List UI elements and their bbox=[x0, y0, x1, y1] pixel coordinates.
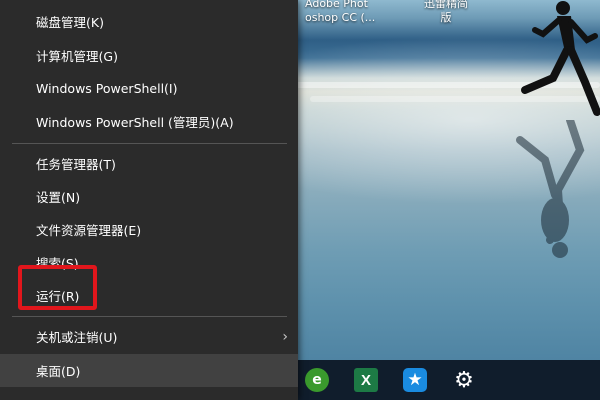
menu-item-label: 关机或注销(U) bbox=[36, 330, 118, 345]
excel-icon: X bbox=[354, 368, 378, 392]
menu-item-label: 任务管理器(T) bbox=[36, 157, 116, 172]
taskbar-star-app-button[interactable]: ★ bbox=[393, 360, 437, 400]
menu-item-task-manager[interactable]: 任务管理器(T) bbox=[0, 147, 298, 180]
settings-gear-icon: ⚙ bbox=[454, 367, 474, 393]
menu-item-powershell-admin[interactable]: Windows PowerShell (管理员)(A) bbox=[0, 105, 298, 138]
desktop-icon-xunlei[interactable]: 迅雷精简 版 bbox=[416, 0, 476, 25]
runner-silhouette-icon bbox=[521, 1, 600, 116]
winx-context-menu: 磁盘管理(K) 计算机管理(G) Windows PowerShell(I) W… bbox=[0, 0, 298, 400]
taskbar-excel-button[interactable]: X bbox=[344, 360, 388, 400]
menu-item-label: Windows PowerShell (管理员)(A) bbox=[36, 115, 234, 130]
desktop-icon-label-line: 迅雷精简 bbox=[424, 0, 468, 10]
taskbar-settings-button[interactable]: ⚙ bbox=[442, 360, 486, 400]
desktop-icon-photoshop[interactable]: Adobe Phot oshop CC (... bbox=[305, 0, 375, 25]
desktop-icon-label-line: Adobe Phot bbox=[305, 0, 368, 10]
star-app-icon: ★ bbox=[403, 368, 427, 392]
menu-separator bbox=[12, 143, 287, 144]
menu-item-desktop[interactable]: 桌面(D) bbox=[0, 354, 298, 387]
menu-separator bbox=[12, 316, 287, 317]
menu-item-label: 桌面(D) bbox=[36, 364, 81, 379]
menu-item-label: 文件资源管理器(E) bbox=[36, 223, 142, 238]
menu-item-settings[interactable]: 设置(N) bbox=[0, 180, 298, 213]
runner-reflection-icon bbox=[516, 120, 585, 258]
run-highlight-annotation bbox=[18, 265, 97, 310]
menu-item-shutdown-signout[interactable]: 关机或注销(U) › bbox=[0, 320, 298, 353]
menu-item-label: 磁盘管理(K) bbox=[36, 15, 104, 30]
menu-item-disk-management[interactable]: 磁盘管理(K) bbox=[0, 5, 298, 38]
desktop-icon-label-line: oshop CC (... bbox=[305, 11, 376, 24]
ie-icon: e bbox=[305, 368, 329, 392]
chevron-right-icon: › bbox=[282, 329, 288, 345]
menu-item-powershell[interactable]: Windows PowerShell(I) bbox=[0, 72, 298, 105]
desktop-icon-label-line: 版 bbox=[440, 11, 452, 24]
menu-item-label: 设置(N) bbox=[36, 190, 81, 205]
menu-item-label: 计算机管理(G) bbox=[36, 49, 118, 64]
menu-item-label: Windows PowerShell(I) bbox=[36, 81, 178, 96]
taskbar-ie-button[interactable]: e bbox=[295, 360, 339, 400]
menu-item-computer-management[interactable]: 计算机管理(G) bbox=[0, 39, 298, 72]
menu-item-file-explorer[interactable]: 文件资源管理器(E) bbox=[0, 213, 298, 246]
